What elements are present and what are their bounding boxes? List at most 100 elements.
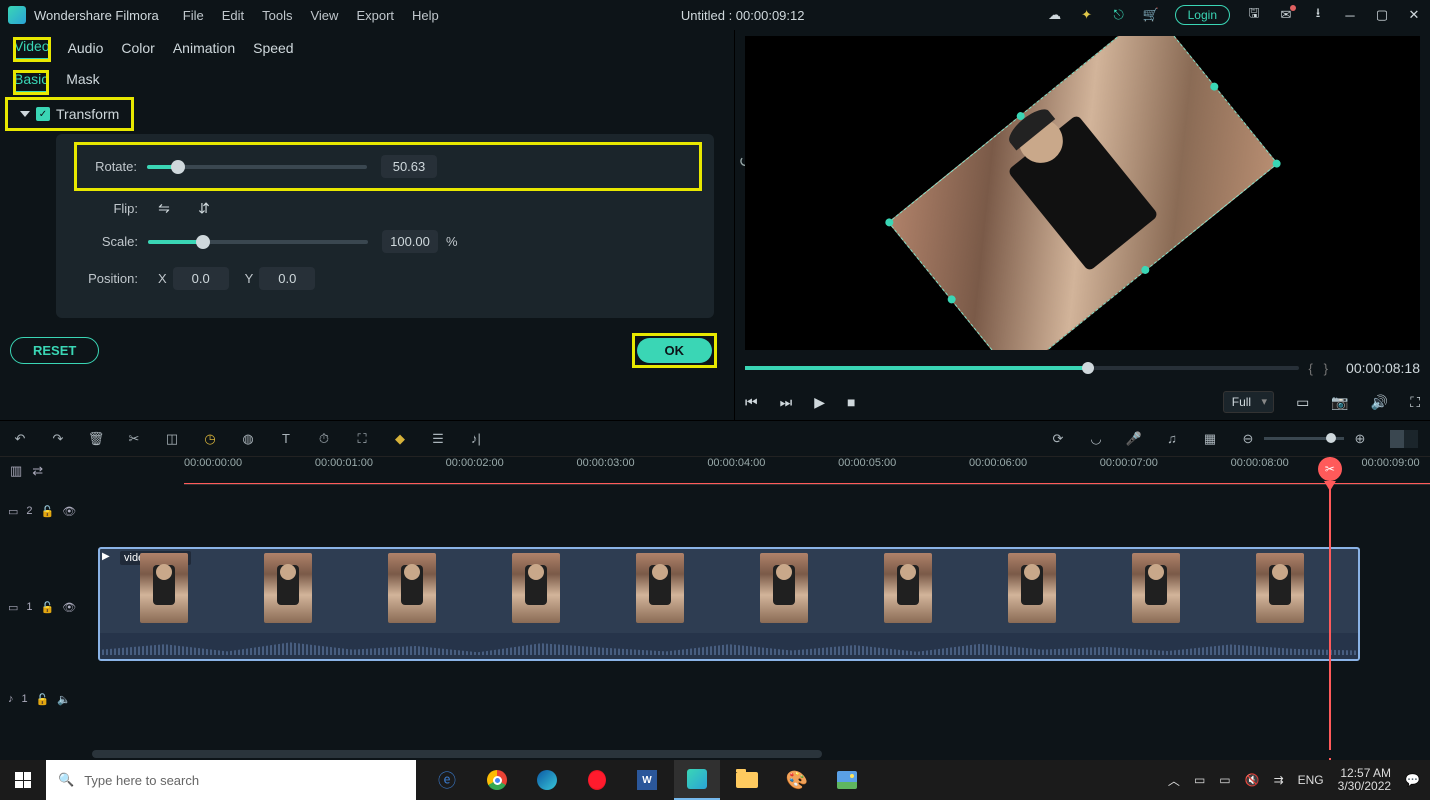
lock-icon[interactable]: 🔓 [36, 693, 50, 706]
tray-clock[interactable]: 12:57 AM 3/30/2022 [1338, 767, 1391, 793]
view-toggle[interactable] [1390, 430, 1418, 448]
flip-vertical-icon[interactable]: ⇵ [194, 202, 214, 216]
audio-adjust-icon[interactable]: ♪| [468, 431, 484, 446]
scale-slider[interactable] [148, 240, 368, 244]
timeline-scrollbar[interactable] [92, 750, 1420, 758]
playhead[interactable]: ✂ [1329, 457, 1331, 760]
track-lane-video[interactable]: ▶ videorotation [92, 547, 1430, 667]
tab-color[interactable]: Color [121, 40, 154, 60]
play-icon[interactable]: ▶ [814, 394, 825, 411]
mail-icon[interactable]: ✉ [1278, 7, 1294, 23]
playback-slider[interactable] [745, 366, 1299, 370]
step-fwd-icon[interactable]: ⏭ [780, 394, 793, 411]
adjust-icon[interactable]: ☰ [430, 431, 446, 447]
lock-icon[interactable]: 🔓 [41, 601, 55, 614]
window-close-icon[interactable]: ✕ [1406, 7, 1422, 23]
subtab-mask[interactable]: Mask [66, 71, 99, 94]
taskbar-explorer-icon[interactable] [724, 760, 770, 800]
tab-audio[interactable]: Audio [68, 40, 104, 60]
fullscreen-icon[interactable]: ⛶ [1410, 394, 1420, 411]
tray-mute-icon[interactable]: 🔇 [1245, 773, 1260, 787]
taskbar-opera-icon[interactable] [574, 760, 620, 800]
tab-video[interactable]: Video [14, 38, 50, 61]
delete-icon[interactable]: 🗑 [88, 431, 104, 447]
save-icon[interactable]: 🖫 [1246, 7, 1262, 23]
marker-icon[interactable]: ◡ [1088, 431, 1104, 447]
start-button[interactable] [0, 760, 46, 800]
speaker-icon[interactable]: 🔈 [57, 693, 71, 706]
taskbar-word-icon[interactable]: W [624, 760, 670, 800]
tab-speed[interactable]: Speed [253, 40, 293, 60]
scale-value[interactable]: 100.00 [382, 230, 438, 253]
taskbar-edge-icon[interactable] [524, 760, 570, 800]
reset-button[interactable]: RESET [10, 337, 99, 364]
tab-animation[interactable]: Animation [173, 40, 235, 60]
download-icon[interactable]: ⭳ [1310, 7, 1326, 23]
preview-frame[interactable] [887, 36, 1277, 350]
tray-lang[interactable]: ENG [1298, 773, 1324, 787]
step-back-icon[interactable]: ⏮ [745, 394, 758, 411]
position-y-value[interactable]: 0.0 [259, 267, 315, 290]
music-icon[interactable]: ♫ [1164, 431, 1180, 446]
taskbar-photos-icon[interactable] [824, 760, 870, 800]
lightbulb-icon[interactable]: ✦ [1079, 7, 1095, 23]
video-clip[interactable]: ▶ videorotation [98, 547, 1360, 661]
preview-canvas[interactable] [745, 36, 1420, 350]
taskbar-search[interactable]: 🔍 Type here to search [46, 760, 416, 800]
timeline-ruler[interactable]: 00:00:00:00 00:00:01:00 00:00:02:00 00:0… [184, 457, 1430, 485]
login-button[interactable]: Login [1175, 5, 1230, 25]
taskbar-paint-icon[interactable]: 🎨 [774, 760, 820, 800]
timer-icon[interactable]: ⏱ [316, 431, 332, 447]
menu-view[interactable]: View [310, 8, 338, 23]
menu-tools[interactable]: Tools [262, 8, 292, 23]
split-icon[interactable]: ✂ [126, 431, 142, 447]
undo-icon[interactable]: ↶ [12, 431, 28, 447]
snapshot-icon[interactable]: 📷 [1331, 394, 1348, 411]
lock-icon[interactable]: 🔓 [41, 505, 55, 518]
cart-icon[interactable]: 🛒 [1143, 7, 1159, 23]
flip-horizontal-icon[interactable]: ⇋ [154, 202, 174, 216]
window-maximize-icon[interactable]: ▢ [1374, 7, 1390, 23]
subtab-basic[interactable]: Basic [14, 71, 48, 94]
record-icon[interactable]: 🎤 [1126, 431, 1142, 447]
mix-icon[interactable]: ▦ [1202, 431, 1218, 447]
menu-file[interactable]: File [183, 8, 204, 23]
fit-icon[interactable]: ⛶ [354, 431, 370, 447]
playhead-scissors-icon[interactable]: ✂ [1318, 457, 1342, 481]
track-lane-audio[interactable] [92, 683, 1430, 715]
transform-checkbox[interactable]: ✓ [36, 107, 50, 121]
zoom-slider[interactable] [1264, 437, 1344, 440]
zoom-in-icon[interactable]: ⊕ [1352, 431, 1368, 447]
taskbar-chrome-icon[interactable] [474, 760, 520, 800]
track-lane-empty[interactable] [92, 485, 1430, 537]
rotate-slider[interactable] [147, 165, 367, 169]
window-minimize-icon[interactable]: ─ [1342, 7, 1358, 23]
crop-icon[interactable]: ◫ [164, 431, 180, 447]
taskbar-ie-icon[interactable]: ⓔ [424, 760, 470, 800]
position-x-value[interactable]: 0.0 [173, 267, 229, 290]
menu-help[interactable]: Help [412, 8, 439, 23]
eye-icon[interactable]: 👁 [62, 601, 76, 614]
tray-battery-icon[interactable]: ▭ [1219, 773, 1230, 787]
tray-notifications-icon[interactable]: 💬 [1405, 773, 1420, 787]
section-transform-header[interactable]: ✓ Transform [6, 98, 133, 130]
headset-icon[interactable]: ⎋ [1111, 7, 1127, 23]
menu-export[interactable]: Export [356, 8, 394, 23]
display-icon[interactable]: ▭ [1296, 394, 1309, 411]
tray-wifi-icon[interactable]: ⇉ [1274, 773, 1284, 787]
volume-icon[interactable]: 🔊 [1371, 394, 1388, 411]
render-icon[interactable]: ⟳ [1050, 431, 1066, 447]
tray-meet-icon[interactable]: ▭ [1194, 773, 1205, 787]
ok-button[interactable]: OK [637, 338, 713, 363]
cloud-icon[interactable]: ☁ [1047, 7, 1063, 23]
timeline-link-icon[interactable]: ⇄ [32, 463, 43, 479]
eye-icon[interactable]: 👁 [62, 505, 76, 518]
stop-icon[interactable]: ■ [847, 394, 855, 410]
rotate-value[interactable]: 50.63 [381, 155, 437, 178]
timeline-media-icon[interactable]: ▥ [10, 463, 22, 479]
quality-select[interactable]: Full [1223, 391, 1274, 413]
speed-icon[interactable]: ◷ [202, 431, 218, 447]
menu-edit[interactable]: Edit [222, 8, 244, 23]
zoom-out-icon[interactable]: ⊖ [1240, 431, 1256, 447]
keyframe-icon[interactable]: ◆ [392, 431, 408, 447]
